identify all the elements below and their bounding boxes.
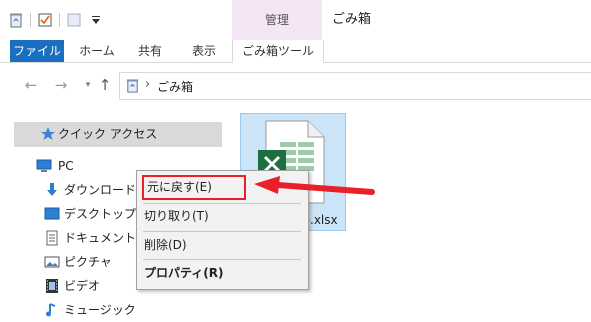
recent-locations-icon[interactable]: ▾ — [79, 76, 97, 94]
tab-recycle-bin-tools[interactable]: ごみ箱ツール — [232, 40, 324, 63]
menu-item-delete[interactable]: 削除(D) — [137, 234, 306, 256]
sidebar-item-label: ドキュメント — [64, 231, 137, 245]
sidebar-item-label: デスクトップ — [64, 207, 137, 221]
breadcrumb-separator: › — [145, 77, 151, 92]
tab-share[interactable]: 共有 — [126, 40, 174, 62]
sidebar-item-label: PC — [58, 159, 74, 173]
divider — [30, 13, 31, 27]
tab-home[interactable]: ホーム — [72, 40, 122, 62]
recycle-bin-icon — [126, 79, 139, 93]
divider — [59, 13, 60, 27]
menu-item-label: 削除(D) — [144, 238, 187, 252]
music-icon — [46, 303, 56, 317]
highlight-box — [142, 175, 246, 200]
video-icon — [46, 279, 58, 293]
forward-arrow-icon[interactable]: → — [52, 76, 70, 94]
menu-item-label: プロパティ(R) — [144, 266, 224, 280]
manage-tab[interactable]: 管理 — [232, 0, 322, 40]
document-icon — [46, 230, 58, 246]
tab-file[interactable]: ファイル — [10, 40, 64, 62]
menu-separator — [143, 231, 301, 232]
menu-item-label: 切り取り(T) — [144, 209, 209, 223]
menu-separator — [143, 259, 301, 260]
new-folder-icon[interactable] — [66, 12, 82, 28]
up-arrow-icon[interactable]: ↑ — [96, 76, 114, 94]
download-icon — [47, 183, 57, 196]
sidebar-item-label: ピクチャ — [64, 255, 112, 269]
back-arrow-icon[interactable]: ← — [22, 76, 40, 94]
breadcrumb-location[interactable]: ごみ箱 — [157, 78, 193, 95]
menu-item-cut[interactable]: 切り取り(T) — [137, 205, 306, 227]
annotation-arrow-icon — [254, 176, 375, 195]
customize-toolbar-icon[interactable] — [88, 12, 104, 28]
pc-icon — [36, 159, 52, 172]
star-icon — [41, 127, 55, 140]
tab-view[interactable]: 表示 — [180, 40, 228, 62]
sidebar-item-label: ミュージック — [64, 303, 136, 317]
sidebar-item-label: ダウンロード — [64, 183, 137, 197]
properties-icon[interactable] — [37, 12, 53, 28]
desktop-icon — [44, 207, 60, 220]
sidebar-item-label: ビデオ — [64, 279, 101, 293]
recycle-bin-icon — [10, 13, 22, 28]
pictures-icon — [44, 256, 60, 268]
menu-item-properties[interactable]: プロパティ(R) — [137, 262, 306, 284]
window-title: ごみ箱 — [332, 12, 372, 27]
sidebar-item-label: クイック アクセス — [58, 127, 158, 141]
menu-separator — [143, 203, 301, 204]
